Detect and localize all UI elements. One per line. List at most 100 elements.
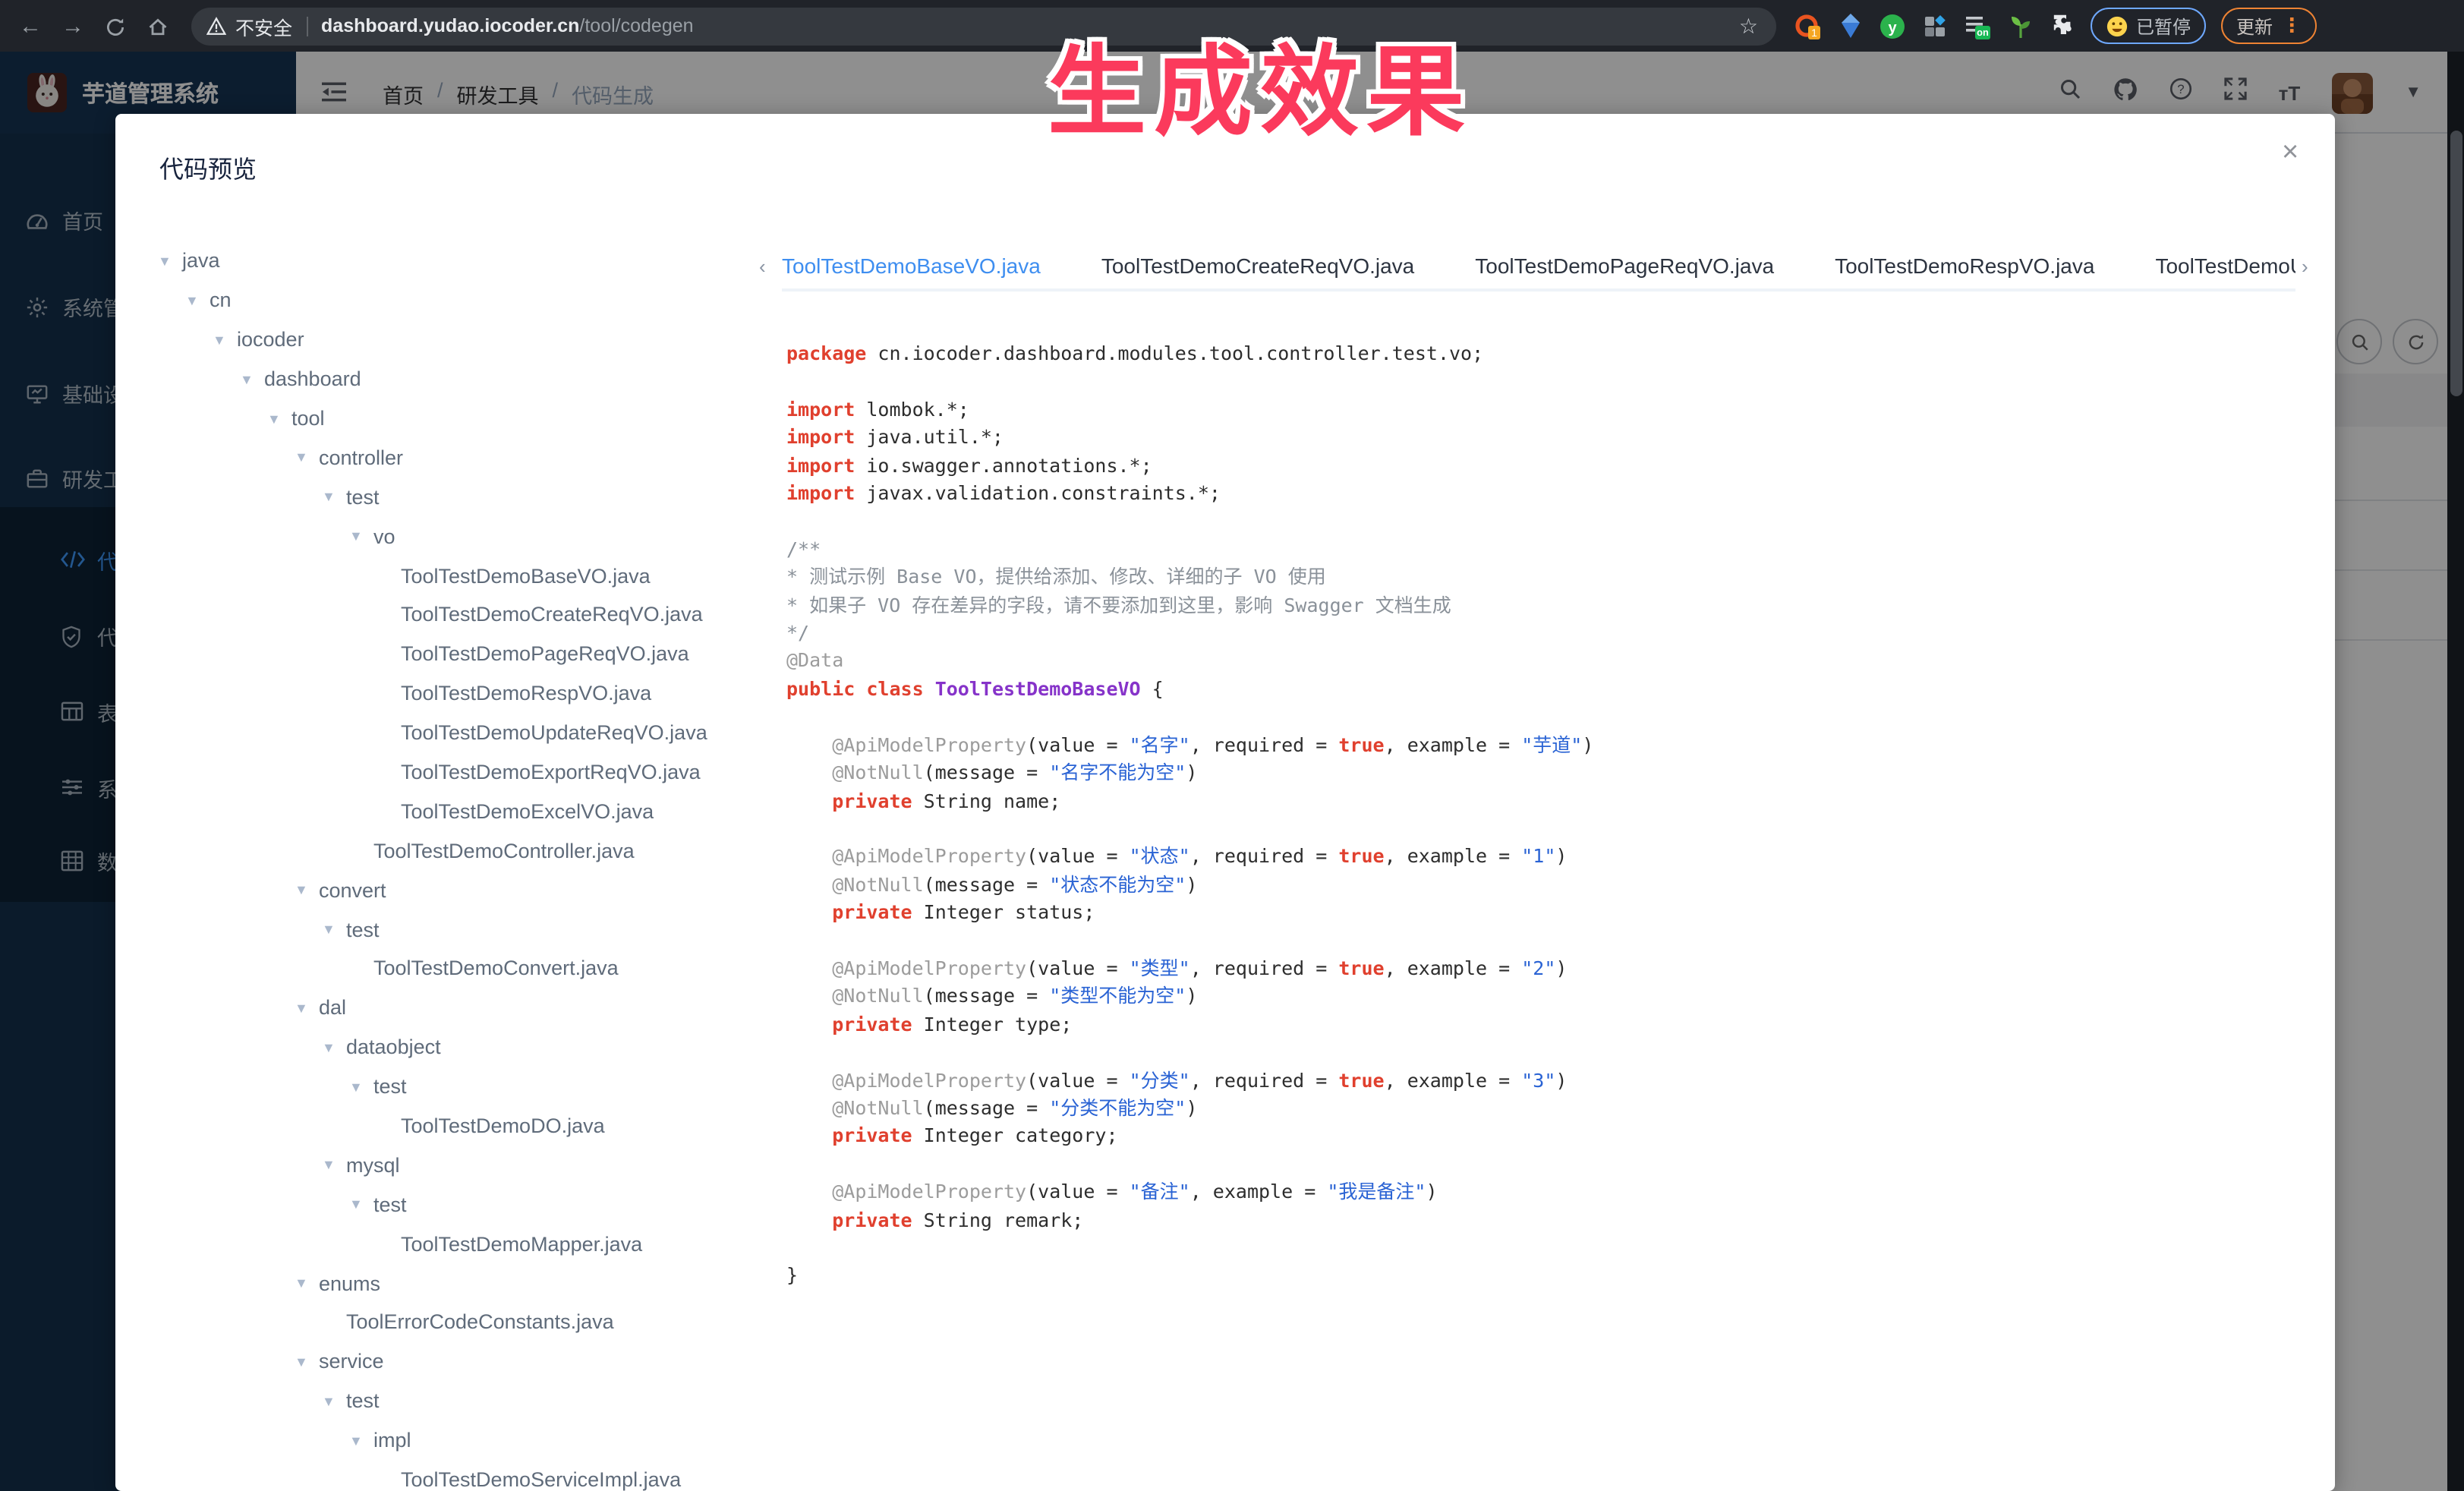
tree-folder[interactable]: ▼mysql xyxy=(158,1146,811,1185)
code-line xyxy=(786,1234,2305,1262)
tree-file[interactable]: ToolTestDemoBaseVO.java xyxy=(158,556,811,595)
tree-label: enums xyxy=(319,1272,380,1294)
url-bar[interactable]: 不安全 dashboard.yudao.iocoder.cn/tool/code… xyxy=(191,7,1776,45)
reload-icon[interactable] xyxy=(94,13,137,39)
file-tab[interactable]: ToolTestDemoCreateReqVO.java xyxy=(1101,244,1414,292)
browser-scrollbar[interactable] xyxy=(2447,52,2464,1491)
app-viewport: 1 页 首页系统管理基础设施研发工具代码生成代码示例表单构建系统接口数据库文档 xyxy=(0,52,2464,1491)
forward-icon[interactable]: → xyxy=(52,13,94,39)
tree-folder[interactable]: ▼service xyxy=(158,1342,811,1382)
tree-label: test xyxy=(346,1390,380,1413)
tree-folder[interactable]: ▼tool xyxy=(158,399,811,438)
code-line: private Integer category; xyxy=(786,1123,2305,1151)
bookmark-star-icon[interactable]: ☆ xyxy=(1739,13,1758,39)
tree-file[interactable]: ToolTestDemoPageReqVO.java xyxy=(158,635,811,674)
puzzle-extension-icon[interactable] xyxy=(2050,13,2075,39)
update-button[interactable]: 更新 ⋮ xyxy=(2221,8,2317,44)
caret-down-icon[interactable]: ▼ xyxy=(322,1040,346,1055)
green-y-extension-icon[interactable]: y xyxy=(1880,13,1905,39)
tree-file[interactable]: ToolTestDemoController.java xyxy=(158,831,811,871)
code-line: @NotNull(message = "分类不能为空") xyxy=(786,1095,2305,1123)
tree-folder[interactable]: ▼test xyxy=(158,909,811,949)
tree-folder[interactable]: ▼vo xyxy=(158,516,811,556)
tree-file[interactable]: ToolTestDemoExcelVO.java xyxy=(158,792,811,831)
tree-folder[interactable]: ▼test xyxy=(158,478,811,517)
caret-down-icon[interactable]: ▼ xyxy=(295,1354,319,1370)
tree-file[interactable]: ToolTestDemoDO.java xyxy=(158,1106,811,1146)
paused-chip[interactable]: 已暂停 xyxy=(2091,8,2206,44)
caret-down-icon[interactable]: ▼ xyxy=(322,490,346,505)
tree-file[interactable]: ToolErrorCodeConstants.java xyxy=(158,1303,811,1342)
tree-folder[interactable]: ▼test xyxy=(158,1185,811,1225)
code-line: /** xyxy=(786,536,2305,564)
stack-extension-icon[interactable] xyxy=(1922,13,1948,39)
caret-down-icon[interactable]: ▼ xyxy=(349,1197,373,1212)
svg-text:y: y xyxy=(1888,19,1897,36)
tree-folder[interactable]: ▼test xyxy=(158,1382,811,1421)
caret-down-icon[interactable]: ▼ xyxy=(349,528,373,544)
caret-down-icon[interactable]: ▼ xyxy=(213,332,237,347)
code-line: private String remark; xyxy=(786,1206,2305,1234)
security-label: 不安全 xyxy=(235,11,292,40)
code-line: @NotNull(message = "类型不能为空") xyxy=(786,983,2305,1011)
tree-folder[interactable]: ▼iocoder xyxy=(158,320,811,360)
list-on-extension-icon[interactable]: on xyxy=(1965,13,1990,39)
tree-folder[interactable]: ▼convert xyxy=(158,871,811,910)
tree-folder[interactable]: ▼enums xyxy=(158,1263,811,1303)
tree-file[interactable]: ToolTestDemoServiceImpl.java xyxy=(158,1460,811,1491)
tree-file[interactable]: ToolTestDemoMapper.java xyxy=(158,1225,811,1264)
code-line: @ApiModelProperty(value = "备注", example … xyxy=(786,1178,2305,1206)
file-tab[interactable]: ToolTestDemoBaseVO.java xyxy=(782,244,1041,292)
tree-folder[interactable]: ▼cn xyxy=(158,281,811,320)
back-icon[interactable]: ← xyxy=(9,13,52,39)
tree-folder[interactable]: ▼test xyxy=(158,1067,811,1106)
code-line: @ApiModelProperty(value = "类型", required… xyxy=(786,955,2305,983)
tree-label: tool xyxy=(291,407,325,430)
code-line xyxy=(786,1151,2305,1179)
caret-down-icon[interactable]: ▼ xyxy=(295,1275,319,1291)
close-icon[interactable]: × xyxy=(2282,138,2299,167)
tree-folder[interactable]: ▼java xyxy=(158,241,811,281)
tree-folder[interactable]: ▼controller xyxy=(158,438,811,478)
tabs-prev-icon[interactable]: ‹ xyxy=(759,255,766,278)
tree-label: ToolTestDemoController.java xyxy=(373,840,635,862)
caret-down-icon[interactable]: ▼ xyxy=(295,882,319,897)
tree-folder[interactable]: ▼dataobject xyxy=(158,1028,811,1067)
plant-extension-icon[interactable] xyxy=(2007,13,2033,39)
caret-down-icon[interactable]: ▼ xyxy=(295,1001,319,1016)
tree-folder[interactable]: ▼impl xyxy=(158,1420,811,1460)
code-line xyxy=(786,815,2305,843)
caret-down-icon[interactable]: ▼ xyxy=(349,1433,373,1448)
caret-down-icon[interactable]: ▼ xyxy=(349,1079,373,1094)
code-viewer[interactable]: package cn.iocoder.dashboard.modules.too… xyxy=(786,340,2305,1291)
caret-down-icon[interactable]: ▼ xyxy=(295,450,319,465)
tree-folder[interactable]: ▼dashboard xyxy=(158,359,811,399)
tree-label: test xyxy=(373,1193,407,1216)
browser-menu-icon[interactable]: ⋮ xyxy=(2282,14,2302,38)
caret-down-icon[interactable]: ▼ xyxy=(158,254,182,269)
caret-down-icon[interactable]: ▼ xyxy=(322,922,346,937)
file-tab[interactable]: ToolTestDemoRespVO.java xyxy=(1835,244,2094,292)
caret-down-icon[interactable]: ▼ xyxy=(240,371,264,386)
tree-file[interactable]: ToolTestDemoUpdateReqVO.java xyxy=(158,713,811,752)
caret-down-icon[interactable]: ▼ xyxy=(267,411,291,426)
tree-folder[interactable]: ▼dal xyxy=(158,988,811,1028)
tree-label: cn xyxy=(210,289,232,312)
scrollbar-thumb[interactable] xyxy=(2450,131,2462,396)
file-tab[interactable]: ToolTestDemoPageReqVO.java xyxy=(1475,244,1774,292)
caret-down-icon[interactable]: ▼ xyxy=(322,1158,346,1173)
code-line: private Integer type; xyxy=(786,1011,2305,1039)
tabs-next-icon[interactable]: › xyxy=(2302,255,2308,278)
caret-down-icon[interactable]: ▼ xyxy=(322,1394,346,1409)
tree-file[interactable]: ToolTestDemoRespVO.java xyxy=(158,674,811,714)
tree-label: controller xyxy=(319,446,403,469)
code-line: * 测试示例 Base VO，提供给添加、修改、详细的子 VO 使用 xyxy=(786,564,2305,592)
orange-circle-extension-icon[interactable]: 1 xyxy=(1794,13,1820,39)
caret-down-icon[interactable]: ▼ xyxy=(185,293,210,308)
blue-gem-extension-icon[interactable] xyxy=(1837,13,1863,39)
home-icon[interactable] xyxy=(137,13,179,39)
tree-file[interactable]: ToolTestDemoConvert.java xyxy=(158,949,811,988)
file-tab[interactable]: ToolTestDemoUpdateReqVO.java xyxy=(2155,244,2295,292)
tree-file[interactable]: ToolTestDemoCreateReqVO.java xyxy=(158,595,811,635)
tree-file[interactable]: ToolTestDemoExportReqVO.java xyxy=(158,752,811,792)
